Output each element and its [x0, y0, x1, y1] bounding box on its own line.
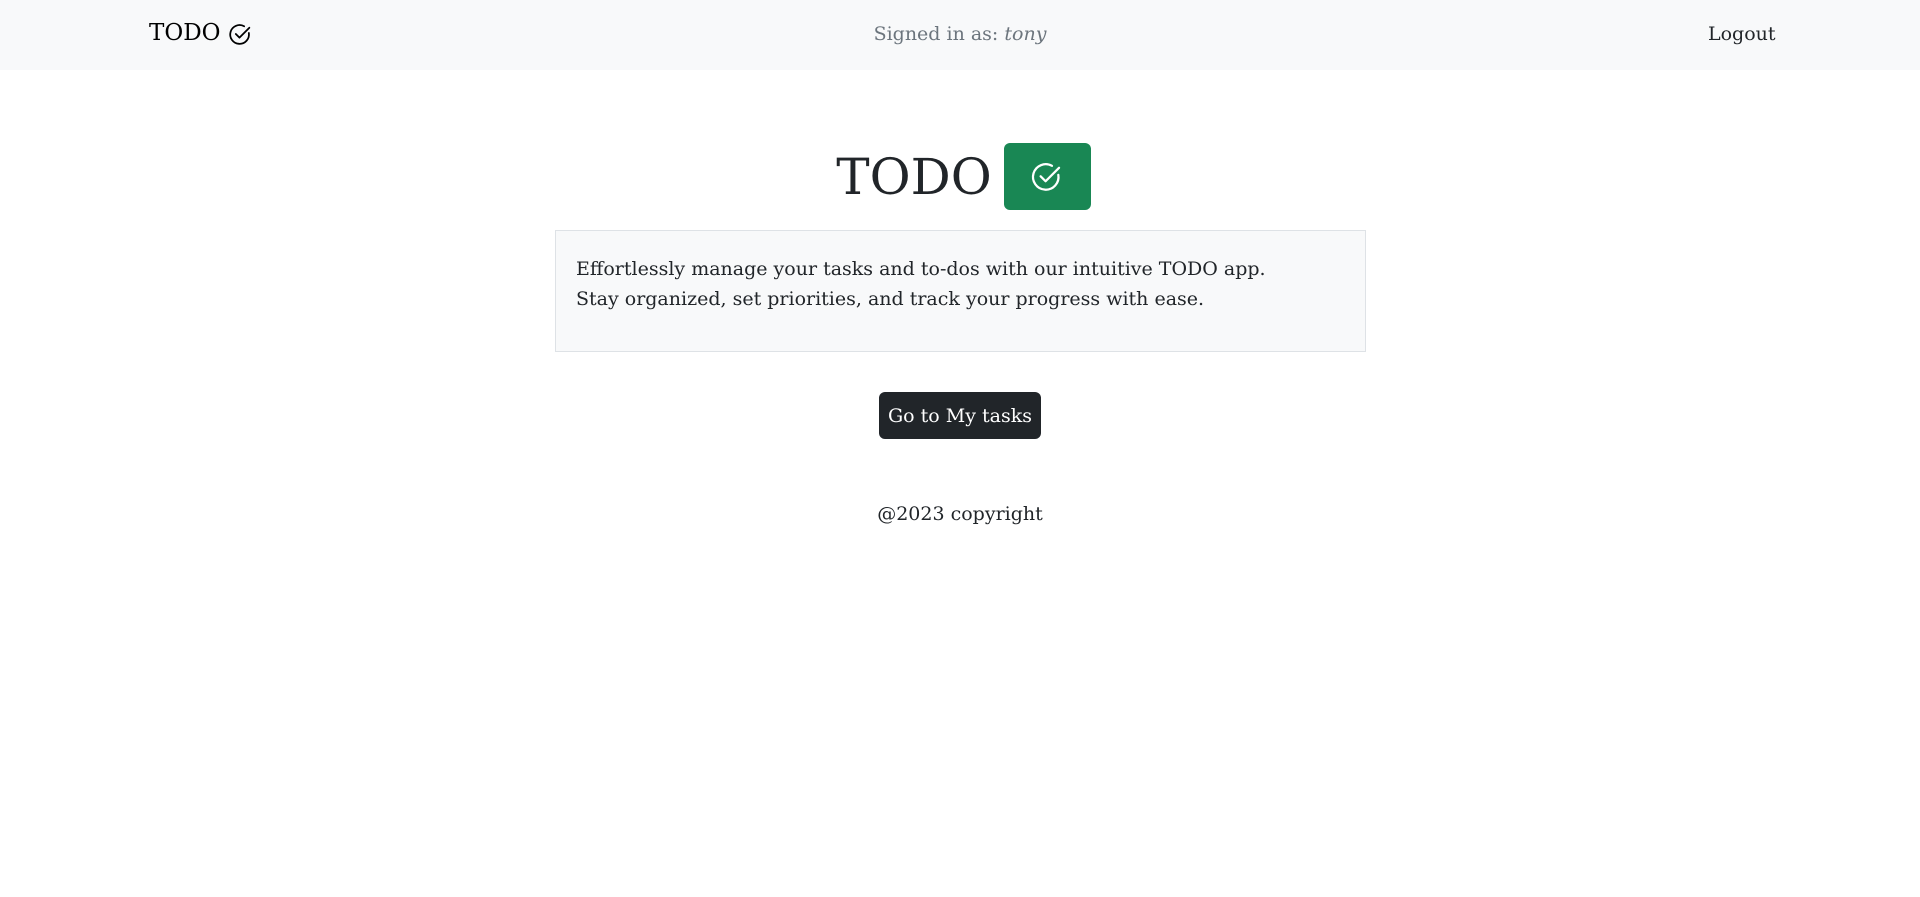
go-to-my-tasks-button[interactable]: Go to My tasks — [879, 392, 1041, 439]
logout-link[interactable]: Logout — [1708, 23, 1776, 46]
footer-copyright: @2023 copyright — [877, 503, 1043, 525]
description-text: Effortlessly manage your tasks and to-do… — [576, 258, 1266, 310]
check-circle-icon — [1032, 162, 1061, 191]
navbar: TODO Signed in as: tony Logout — [0, 0, 1920, 70]
signed-in-status: Signed in as: tony — [0, 23, 1920, 46]
hero-badge — [1003, 143, 1091, 210]
page-title: TODO — [836, 147, 992, 206]
signed-in-prefix: Signed in as: — [873, 23, 999, 45]
signed-in-username: tony — [1004, 23, 1047, 45]
description-box: Effortlessly manage your tasks and to-do… — [555, 230, 1366, 352]
hero-header: TODO — [0, 143, 1920, 210]
